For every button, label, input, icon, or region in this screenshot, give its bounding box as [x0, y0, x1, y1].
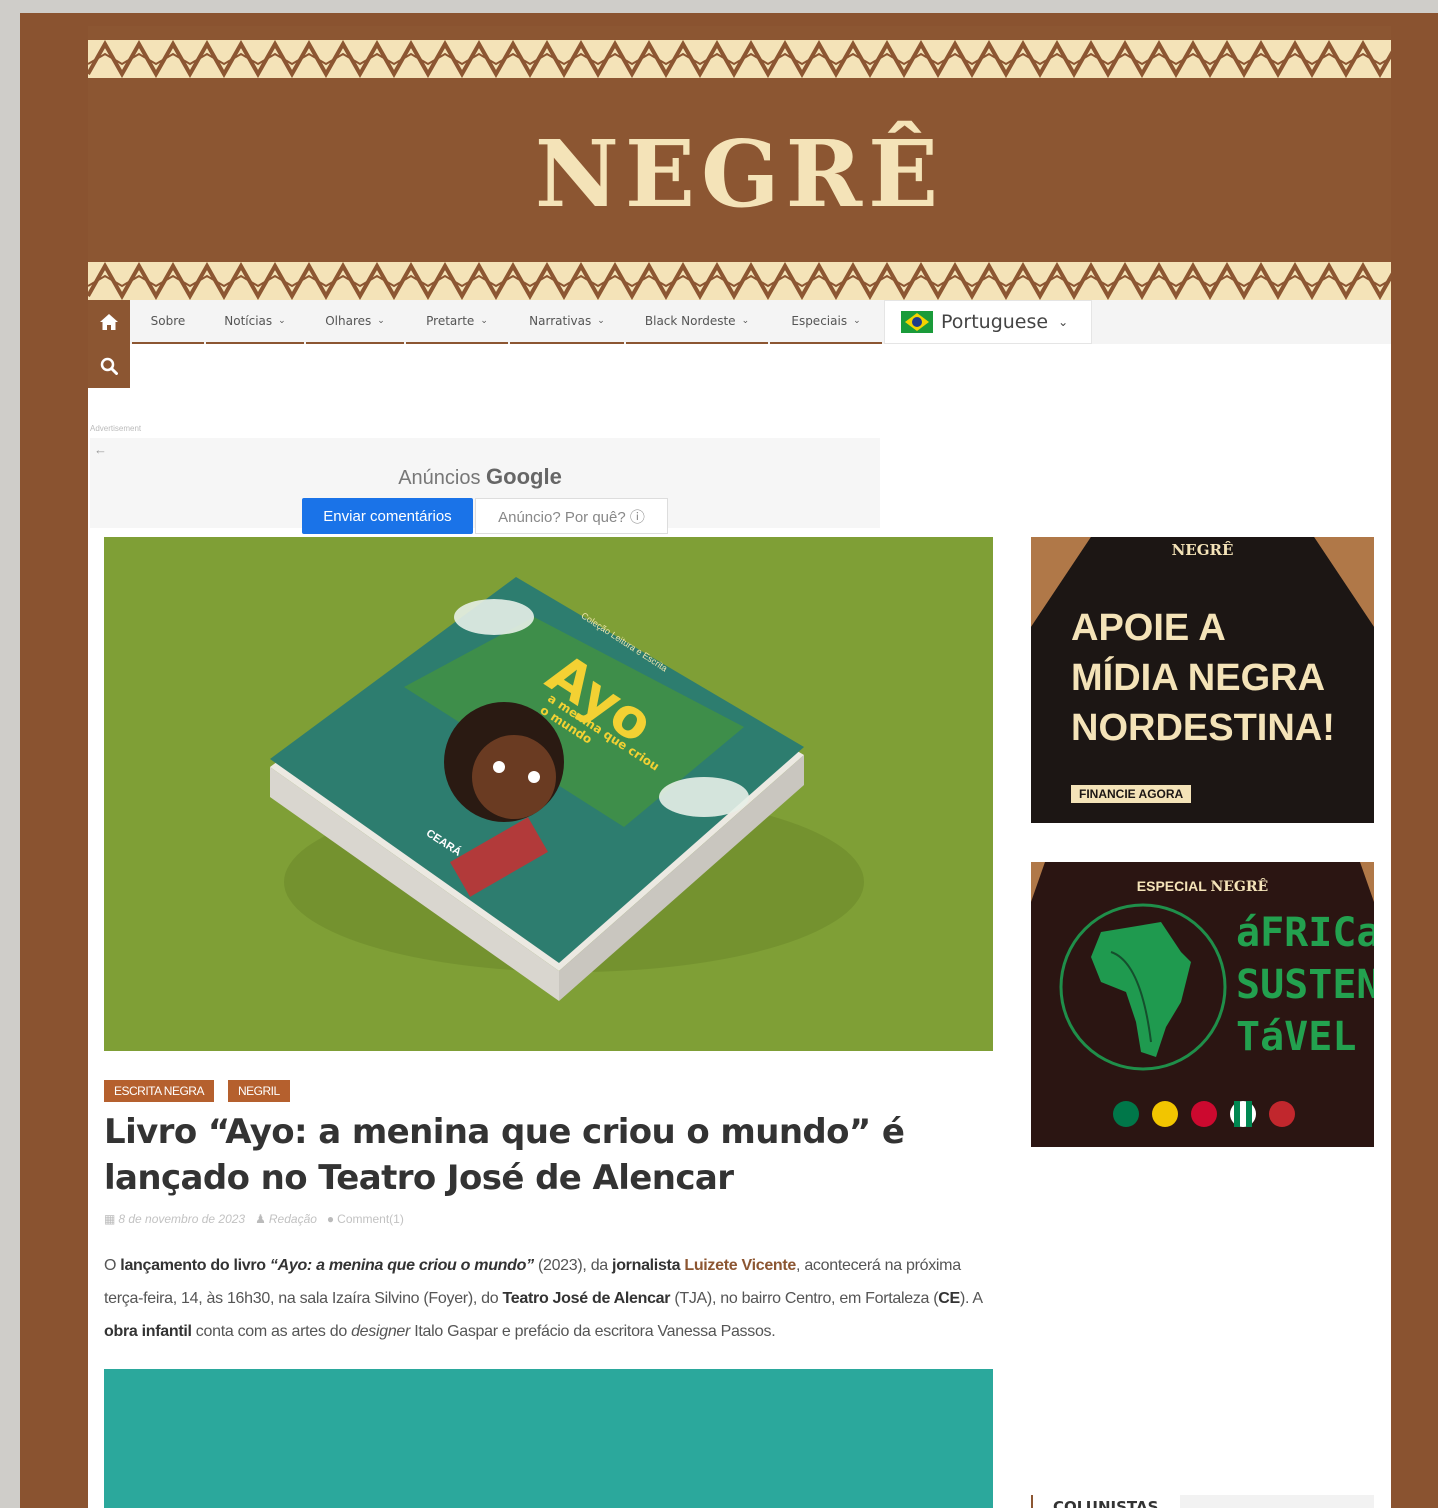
chevron-down-icon: ⌄	[597, 316, 605, 326]
africa-sustentavel-banner[interactable]: ESPECIAL NEGRÊ áFRICa SUSTEN TáVEL	[1031, 862, 1374, 1147]
main-nav: Sobre Notícias ⌄ Olhares ⌄ Pretarte ⌄ Narra…	[88, 300, 1391, 344]
banner2-line-3: TáVEL	[1236, 1014, 1357, 1060]
tag-negril[interactable]: NEGRIL	[227, 1080, 290, 1102]
banner-brand: NEGRÊ	[1171, 541, 1234, 559]
zigzag-pattern-top	[88, 40, 1391, 78]
site-header: NEGRÊ	[88, 26, 1391, 300]
banner-headline-3: NORDESTINA!	[1071, 707, 1335, 749]
ad-title: Anúncios Google	[398, 464, 562, 489]
post-comments[interactable]: ● Comment(1)	[327, 1212, 404, 1226]
second-article-image[interactable]	[104, 1369, 993, 1508]
nav-item-black-nordeste[interactable]: Black Nordeste ⌄	[626, 300, 768, 344]
nav-item-narrativas[interactable]: Narrativas ⌄	[510, 300, 624, 344]
colunistas-section-header: COLUNISTAS	[1031, 1493, 1374, 1508]
banner2-label: ESPECIAL NEGRÊ	[1136, 878, 1269, 895]
banner2-line-2: SUSTEN	[1236, 962, 1374, 1008]
support-banner[interactable]: NEGRÊ APOIE A MÍDIA NEGRA NORDESTINA! FI…	[1031, 537, 1374, 823]
page-container: NEGRÊ Sobre Notícias ⌄ Olhares ⌄ Pretarte ⌄…	[88, 26, 1391, 1508]
search-button[interactable]	[88, 344, 130, 388]
chevron-down-icon: ⌄	[1058, 315, 1069, 329]
author-link[interactable]: Luizete Vicente	[684, 1257, 796, 1274]
search-icon	[100, 357, 118, 375]
banner-headline-1: APOIE A	[1071, 607, 1226, 649]
chevron-down-icon: ⌄	[278, 316, 286, 326]
site-logo[interactable]: NEGRÊ	[88, 120, 1391, 228]
article-tags: ESCRITA NEGRA NEGRIL	[104, 1080, 290, 1102]
nav-item-olhares[interactable]: Olhares ⌄	[306, 300, 404, 344]
chevron-down-icon: ⌄	[853, 316, 861, 326]
home-icon	[100, 314, 118, 330]
language-selector[interactable]: Portuguese ⌄	[884, 300, 1092, 344]
page-frame: NEGRÊ Sobre Notícias ⌄ Olhares ⌄ Pretarte ⌄…	[20, 13, 1438, 1508]
nav-item-pretarte[interactable]: Pretarte ⌄	[406, 300, 508, 344]
banner-headline-2: MÍDIA NEGRA	[1071, 657, 1326, 699]
back-arrow-icon[interactable]: ←	[94, 442, 107, 457]
nav-item-especiais[interactable]: Especiais ⌄	[770, 300, 882, 344]
nav-item-sobre[interactable]: Sobre	[132, 300, 204, 344]
nav-item-noticias[interactable]: Notícias ⌄	[206, 300, 304, 344]
book-illustration	[104, 537, 993, 1051]
user-icon: ♟	[255, 1212, 266, 1226]
advertisement-label: Advertisement	[90, 424, 142, 433]
brazil-flag-icon	[901, 311, 933, 333]
section-header-fill	[1180, 1495, 1374, 1508]
tag-escrita-negra[interactable]: ESCRITA NEGRA	[104, 1080, 214, 1102]
google-ad-box: ← Anúncios Google Enviar comentários Anú…	[90, 438, 880, 534]
why-this-ad-button[interactable]: Anúncio? Por quê? ⓘ	[475, 498, 668, 534]
chevron-down-icon: ⌄	[480, 316, 488, 326]
comment-icon: ●	[326, 1212, 335, 1226]
featured-image[interactable]: Coleção Leitura e Escrita Ayo a menina q…	[104, 537, 993, 1051]
banner2-line-1: áFRICa	[1236, 910, 1374, 956]
post-author[interactable]: ♟ Redação	[255, 1212, 317, 1226]
section-accent-bar	[1031, 1495, 1033, 1508]
chevron-down-icon: ⌄	[377, 316, 385, 326]
financie-agora-button[interactable]: FINANCIE AGORA	[1071, 785, 1192, 803]
nav-home-button[interactable]	[88, 300, 130, 344]
calendar-icon: ▦	[104, 1212, 116, 1226]
article-body: O lançamento do livro “Ayo: a menina que…	[104, 1257, 982, 1340]
send-feedback-button[interactable]: Enviar comentários	[302, 498, 473, 534]
article-meta: ▦ 8 de novembro de 2023 ♟ Redação ● Comment…	[104, 1212, 404, 1226]
article-title[interactable]: Livro “Ayo: a menina que criou o mundo” …	[104, 1109, 994, 1201]
post-date[interactable]: ▦ 8 de novembro de 2023	[104, 1212, 245, 1226]
chevron-down-icon: ⌄	[741, 316, 750, 326]
colunistas-title: COLUNISTAS	[1053, 1498, 1159, 1508]
zigzag-pattern-bottom	[88, 262, 1391, 300]
